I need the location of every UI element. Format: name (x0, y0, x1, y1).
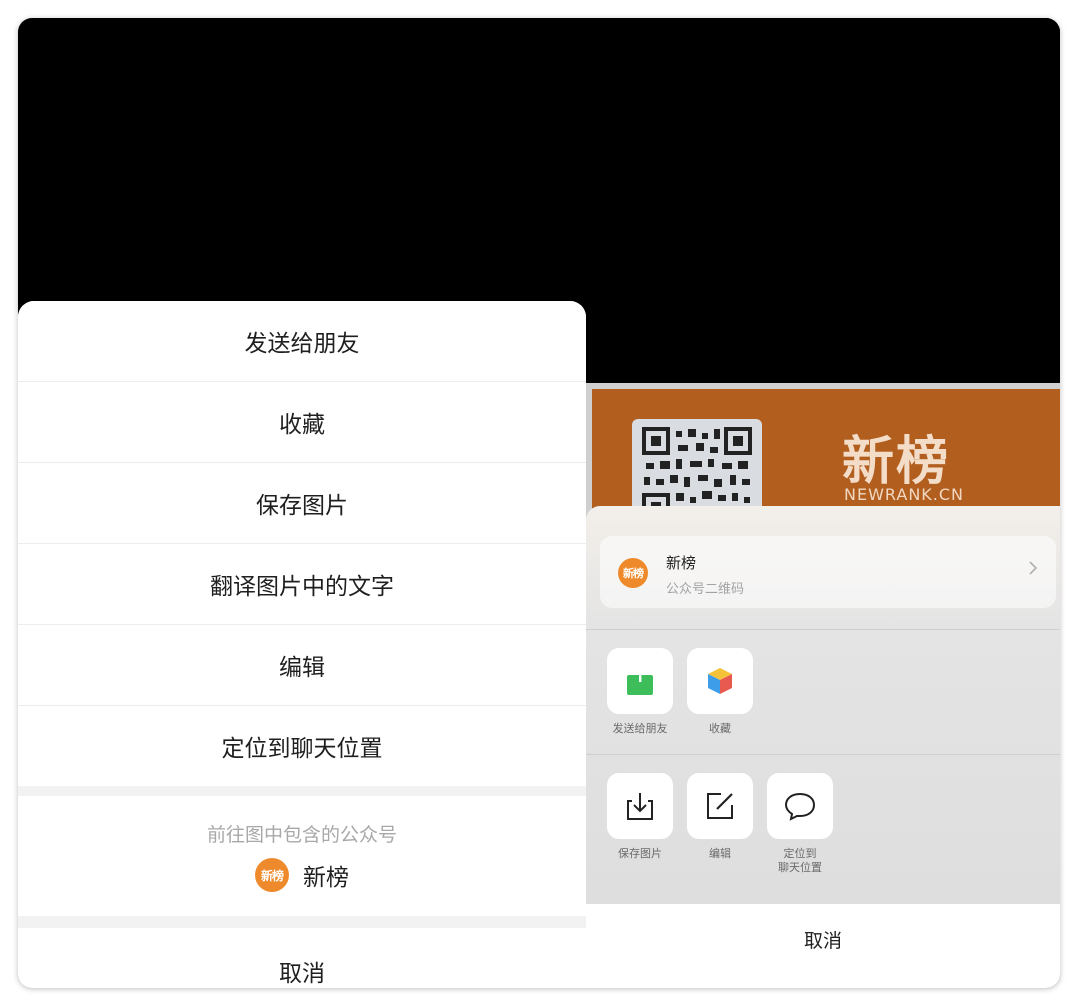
share-up-icon (627, 665, 653, 695)
action-save-image[interactable]: 保存图片 (600, 773, 680, 861)
action-label: 保存图片 (618, 847, 662, 860)
chat-bubble-icon (784, 792, 816, 821)
menu-item-send-to-friend[interactable]: 发送给朋友 (18, 301, 586, 381)
cancel-button-left[interactable]: 取消 (18, 928, 586, 988)
official-account-name: 新榜 (666, 554, 697, 572)
official-account-avatar: 新榜 (255, 858, 289, 892)
action-tile[interactable] (687, 648, 753, 714)
official-account-name: 新榜 (303, 865, 349, 891)
poster-brand-url: NEWRANK.CN (844, 485, 964, 504)
download-icon (627, 793, 653, 820)
action-favorite[interactable]: 收藏 (680, 648, 760, 736)
action-tile[interactable] (687, 773, 753, 839)
image-viewer-background (586, 18, 1060, 383)
left-action-sheet: 发送给朋友 收藏 保存图片 翻译图片中的文字 编辑 定位到聊天位置 前往图中包含… (18, 301, 586, 988)
action-send-to-friend[interactable]: 发送给朋友 (600, 648, 680, 736)
menu-item-favorite[interactable]: 收藏 (18, 382, 586, 462)
action-tile[interactable] (767, 773, 833, 839)
avatar-text: 新榜 (623, 567, 644, 580)
cube-favorite-icon (708, 668, 732, 694)
chevron-right-icon (1028, 560, 1038, 581)
right-panel: 新榜 NEWRANK.CN 新榜 新榜 公众号二维码 发送给朋友 收藏 保存图片… (586, 18, 1060, 988)
action-edit[interactable]: 编辑 (680, 773, 760, 861)
official-account-avatar: 新榜 (618, 558, 648, 588)
cancel-button-right[interactable]: 取消 (586, 904, 1060, 988)
menu-item-locate-in-chat[interactable]: 定位到聊天位置 (18, 706, 586, 786)
avatar-text: 新榜 (260, 868, 284, 883)
poster-brand-title: 新榜 (842, 432, 951, 492)
official-account-card[interactable]: 新榜 新榜 公众号二维码 (600, 536, 1056, 608)
official-account-subtitle: 公众号二维码 (666, 582, 745, 597)
action-locate-in-chat[interactable]: 定位到 聊天位置 (760, 773, 840, 875)
action-tile[interactable] (607, 648, 673, 714)
official-account-link[interactable]: 前往图中包含的公众号 新榜 新榜 (18, 796, 586, 916)
menu-item-translate-text[interactable]: 翻译图片中的文字 (18, 544, 586, 624)
official-account-hint: 前往图中包含的公众号 (206, 824, 397, 846)
action-label: 编辑 (709, 847, 731, 860)
menu-item-edit[interactable]: 编辑 (18, 625, 586, 705)
action-label: 收藏 (709, 722, 731, 735)
official-account-row[interactable]: 新榜 新榜 (18, 858, 586, 892)
divider (586, 754, 1060, 755)
screenshot-frame: 新榜 NEWRANK.CN 新榜 新榜 公众号二维码 发送给朋友 收藏 保存图片… (18, 18, 1060, 988)
divider (586, 629, 1060, 630)
action-label: 定位到 聊天位置 (778, 847, 822, 874)
action-label: 发送给朋友 (612, 722, 668, 735)
menu-item-save-image[interactable]: 保存图片 (18, 463, 586, 543)
edit-icon (707, 793, 733, 819)
action-tile[interactable] (607, 773, 673, 839)
